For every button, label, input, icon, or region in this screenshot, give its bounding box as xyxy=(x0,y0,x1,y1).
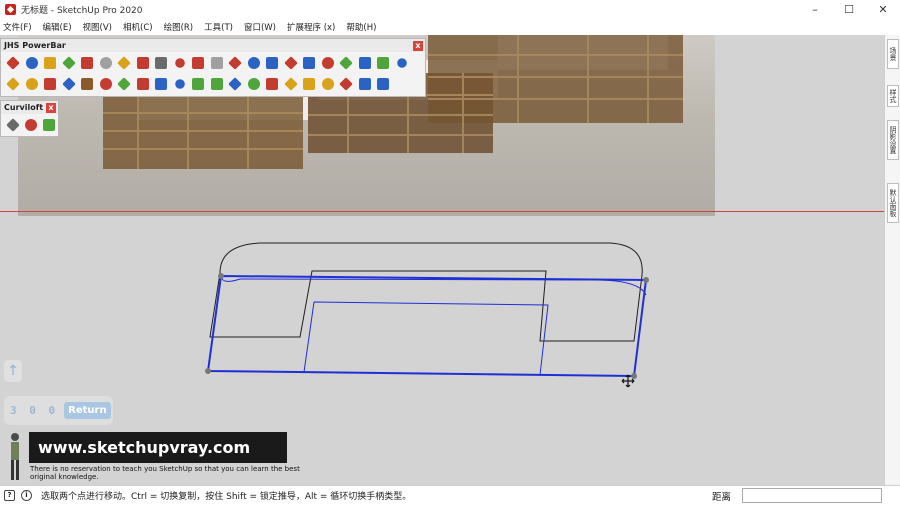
powerbar-tool-icon[interactable] xyxy=(374,54,393,72)
curviloft-tool-icon[interactable] xyxy=(4,116,22,134)
menu-file[interactable]: 文件(F) xyxy=(3,21,32,33)
presenter-figure-icon xyxy=(11,433,19,480)
powerbar-tool-icon[interactable] xyxy=(97,75,116,93)
toolbar-jhs-powerbar-title: JHS PowerBar xyxy=(4,41,66,50)
powerbar-tool-icon[interactable] xyxy=(300,54,319,72)
status-bar: ? i 选取两个点进行移动。Ctrl = 切换复制，按住 Shift = 锁定推… xyxy=(0,485,900,505)
toolbar-curviloft[interactable]: Curviloft x xyxy=(0,100,59,137)
curviloft-tool-icon[interactable] xyxy=(40,116,58,134)
powerbar-tool-icon[interactable] xyxy=(226,54,245,72)
powerbar-tool-icon[interactable] xyxy=(282,75,301,93)
powerbar-tool-icon[interactable] xyxy=(134,54,153,72)
powerbar-tool-icon[interactable] xyxy=(41,54,60,72)
powerbar-tool-icon[interactable] xyxy=(23,75,42,93)
typed-value: 3 0 0 xyxy=(10,404,59,417)
toolbar-jhs-powerbar-close-button[interactable]: x xyxy=(413,40,423,51)
powerbar-tool-icon[interactable] xyxy=(60,54,79,72)
window-controls: – ☐ ✕ xyxy=(798,0,900,19)
menu-window[interactable]: 窗口(W) xyxy=(244,21,276,33)
sketchup-logo-icon xyxy=(5,4,16,15)
powerbar-tool-icon[interactable] xyxy=(189,54,208,72)
measurements-input[interactable] xyxy=(742,488,882,503)
powerbar-tool-icon[interactable] xyxy=(171,75,190,93)
powerbar-tool-icon[interactable] xyxy=(356,75,375,93)
powerbar-tool-icon[interactable] xyxy=(337,75,356,93)
default-tray: 场景 样式 阴影设置 默认面板 xyxy=(884,35,900,485)
powerbar-tool-icon[interactable] xyxy=(78,54,97,72)
watermark-tagline: There is no reservation to teach you Ske… xyxy=(30,465,300,481)
toolbar-jhs-powerbar-row-1 xyxy=(1,52,425,73)
title-bar: 无标题 - SketchUp Pro 2020 – ☐ ✕ xyxy=(0,0,900,19)
powerbar-tool-icon[interactable] xyxy=(356,54,375,72)
menu-draw[interactable]: 绘图(R) xyxy=(164,21,194,33)
powerbar-tool-icon[interactable] xyxy=(319,54,338,72)
powerbar-tool-icon[interactable] xyxy=(245,54,264,72)
toolbar-curviloft-header[interactable]: Curviloft x xyxy=(1,101,58,114)
tray-tab-styles[interactable]: 样式 xyxy=(887,85,899,107)
powerbar-tool-icon[interactable] xyxy=(189,75,208,93)
tray-tab-shadows[interactable]: 阴影设置 xyxy=(887,120,899,160)
powerbar-tool-icon[interactable] xyxy=(4,75,23,93)
menu-camera[interactable]: 相机(C) xyxy=(123,21,153,33)
powerbar-tool-icon[interactable] xyxy=(226,75,245,93)
powerbar-tool-icon[interactable] xyxy=(23,54,42,72)
toolbar-curviloft-title: Curviloft xyxy=(4,103,44,112)
return-key-badge: Return xyxy=(64,402,111,419)
powerbar-tool-icon[interactable] xyxy=(208,54,227,72)
menu-edit[interactable]: 编辑(E) xyxy=(43,21,72,33)
powerbar-tool-icon[interactable] xyxy=(282,54,301,72)
powerbar-tool-icon[interactable] xyxy=(171,54,190,72)
tray-tab-scenes[interactable]: 场景 xyxy=(887,39,899,69)
powerbar-tool-icon[interactable] xyxy=(115,54,134,72)
info-icon[interactable]: i xyxy=(21,490,32,501)
window-title: 无标题 - SketchUp Pro 2020 xyxy=(21,6,143,16)
powerbar-tool-icon[interactable] xyxy=(97,54,116,72)
powerbar-tool-icon[interactable] xyxy=(337,54,356,72)
measurements-label: 距离 xyxy=(712,492,732,503)
status-hint-text: 选取两个点进行移动。Ctrl = 切换复制，按住 Shift = 锁定推导，Al… xyxy=(41,492,412,502)
powerbar-tool-icon[interactable] xyxy=(152,54,171,72)
close-button[interactable]: ✕ xyxy=(866,0,900,19)
powerbar-tool-icon[interactable] xyxy=(115,75,134,93)
powerbar-tool-icon[interactable] xyxy=(60,75,79,93)
model-geometry[interactable] xyxy=(0,35,884,485)
menu-tools[interactable]: 工具(T) xyxy=(204,21,233,33)
powerbar-tool-icon[interactable] xyxy=(374,75,393,93)
menu-extensions[interactable]: 扩展程序 (x) xyxy=(287,21,335,33)
menu-view[interactable]: 视图(V) xyxy=(83,21,112,33)
powerbar-tool-icon[interactable] xyxy=(41,75,60,93)
instructor-info-icon[interactable]: ↑ xyxy=(4,360,22,382)
watermark-url: www.sketchupvray.com xyxy=(38,438,251,457)
tray-tab-default-panel[interactable]: 默认面板 xyxy=(887,183,899,223)
toolbar-jhs-powerbar-header[interactable]: JHS PowerBar x xyxy=(1,39,425,52)
toolbar-curviloft-row xyxy=(1,114,58,135)
powerbar-tool-icon[interactable] xyxy=(134,75,153,93)
menu-help[interactable]: 帮助(H) xyxy=(346,21,376,33)
toolbar-jhs-powerbar-row-2 xyxy=(1,73,425,94)
curviloft-tool-icon[interactable] xyxy=(22,116,40,134)
toolbar-jhs-powerbar[interactable]: JHS PowerBar x xyxy=(0,38,426,97)
maximize-button[interactable]: ☐ xyxy=(832,0,866,19)
powerbar-tool-icon[interactable] xyxy=(152,75,171,93)
powerbar-tool-icon[interactable] xyxy=(4,54,23,72)
geolocation-icon[interactable]: ? xyxy=(4,490,15,501)
powerbar-tool-icon[interactable] xyxy=(319,75,338,93)
minimize-button[interactable]: – xyxy=(798,0,832,19)
powerbar-tool-icon[interactable] xyxy=(263,75,282,93)
powerbar-tool-icon[interactable] xyxy=(245,75,264,93)
powerbar-tool-icon[interactable] xyxy=(263,54,282,72)
powerbar-tool-icon[interactable] xyxy=(300,75,319,93)
powerbar-tool-icon[interactable] xyxy=(78,75,97,93)
menu-bar: 文件(F) 编辑(E) 视图(V) 相机(C) 绘图(R) 工具(T) 窗口(W… xyxy=(0,19,900,35)
toolbar-curviloft-close-button[interactable]: x xyxy=(46,102,56,113)
powerbar-tool-icon[interactable] xyxy=(393,54,412,72)
drawing-viewport[interactable] xyxy=(0,35,884,485)
powerbar-tool-icon[interactable] xyxy=(208,75,227,93)
measurement-input-overlay: 3 0 0 Return xyxy=(4,396,113,425)
